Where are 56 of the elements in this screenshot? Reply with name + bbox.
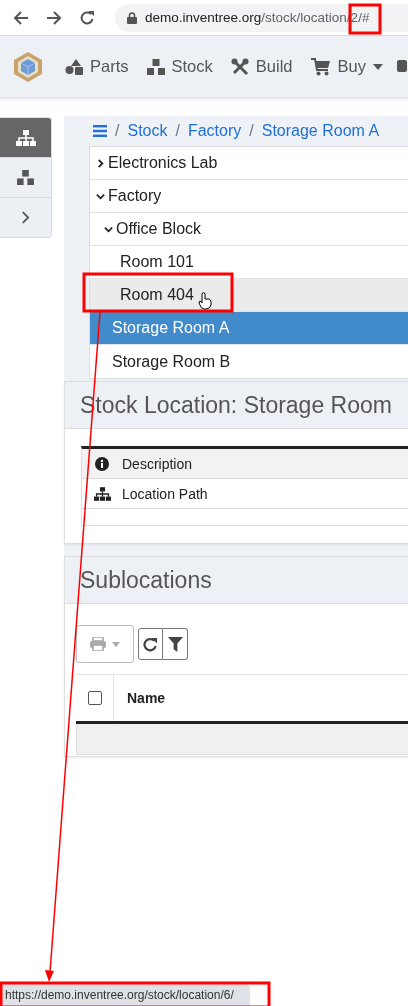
printer-icon bbox=[90, 637, 106, 651]
detail-label: Description bbox=[122, 455, 194, 472]
tree-item[interactable]: Storage Room B bbox=[90, 345, 408, 378]
tree-item-label: Storage Room A bbox=[112, 319, 230, 337]
nav-link[interactable]: Build bbox=[230, 57, 293, 76]
logo-icon[interactable] bbox=[13, 50, 43, 83]
tree-item[interactable]: Storage Room A bbox=[90, 312, 408, 345]
sitemap-icon bbox=[93, 486, 111, 501]
lock-icon bbox=[127, 11, 137, 24]
reload-icon[interactable] bbox=[79, 9, 95, 26]
back-icon[interactable] bbox=[13, 9, 29, 26]
chevron-down-icon[interactable] bbox=[96, 191, 105, 201]
tree-view-button[interactable] bbox=[0, 118, 51, 158]
chevron-right-icon[interactable] bbox=[96, 158, 105, 168]
status-url: https://demo.inventree.org/stock/location/6/ bbox=[5, 988, 234, 1002]
chevron-right-icon bbox=[21, 211, 30, 224]
tree-item[interactable]: Electronics Lab bbox=[90, 147, 408, 180]
panel-title: Sublocations bbox=[80, 566, 212, 594]
breadcrumb-separator: / bbox=[249, 122, 254, 140]
caret-icon bbox=[112, 641, 120, 647]
tree-item-label: Factory bbox=[108, 187, 162, 205]
detail-label: Location Path bbox=[122, 485, 209, 502]
select-all-checkbox[interactable] bbox=[87, 691, 102, 705]
tools-icon bbox=[230, 57, 249, 76]
hand-cursor-icon bbox=[198, 292, 212, 310]
nav-link[interactable]: Stock bbox=[146, 57, 213, 76]
tree-item[interactable]: Room 404 bbox=[90, 279, 408, 312]
column-header[interactable]: Name bbox=[127, 690, 166, 706]
shapes-icon bbox=[65, 58, 83, 75]
cart-icon bbox=[310, 57, 331, 76]
refresh-icon bbox=[143, 636, 158, 652]
boxes-icon bbox=[17, 170, 34, 185]
info-icon bbox=[95, 456, 109, 471]
chevron-down-icon[interactable] bbox=[104, 224, 113, 234]
refresh-button[interactable] bbox=[138, 628, 163, 660]
tree-item[interactable]: Office Block bbox=[90, 213, 408, 246]
tree-item-label: Electronics Lab bbox=[108, 154, 218, 172]
tree-item[interactable]: Factory bbox=[90, 180, 408, 213]
tree-item-label: Office Block bbox=[116, 220, 202, 238]
filter-icon bbox=[167, 636, 183, 652]
nav-link[interactable]: Buy bbox=[310, 57, 383, 76]
breadcrumb-link[interactable]: Storage Room A bbox=[261, 122, 380, 140]
breadcrumb-link[interactable]: Stock bbox=[127, 122, 168, 140]
breadcrumb-link[interactable]: Factory bbox=[187, 122, 242, 140]
breadcrumb-separator: / bbox=[175, 122, 180, 140]
nav-link[interactable]: Parts bbox=[65, 57, 129, 76]
breadcrumb-separator: / bbox=[115, 122, 120, 140]
boxes-icon bbox=[146, 58, 165, 75]
filter-button[interactable] bbox=[163, 628, 188, 660]
tree-item-label: Room 404 bbox=[120, 286, 194, 304]
forward-icon[interactable] bbox=[46, 9, 62, 26]
url-host: demo.inventree.org bbox=[145, 10, 262, 25]
sitemap-icon bbox=[15, 129, 36, 146]
tree-item-label: Room 101 bbox=[120, 253, 194, 271]
tree-item-label: Storage Room B bbox=[112, 352, 231, 371]
menu-icon[interactable] bbox=[93, 125, 107, 137]
